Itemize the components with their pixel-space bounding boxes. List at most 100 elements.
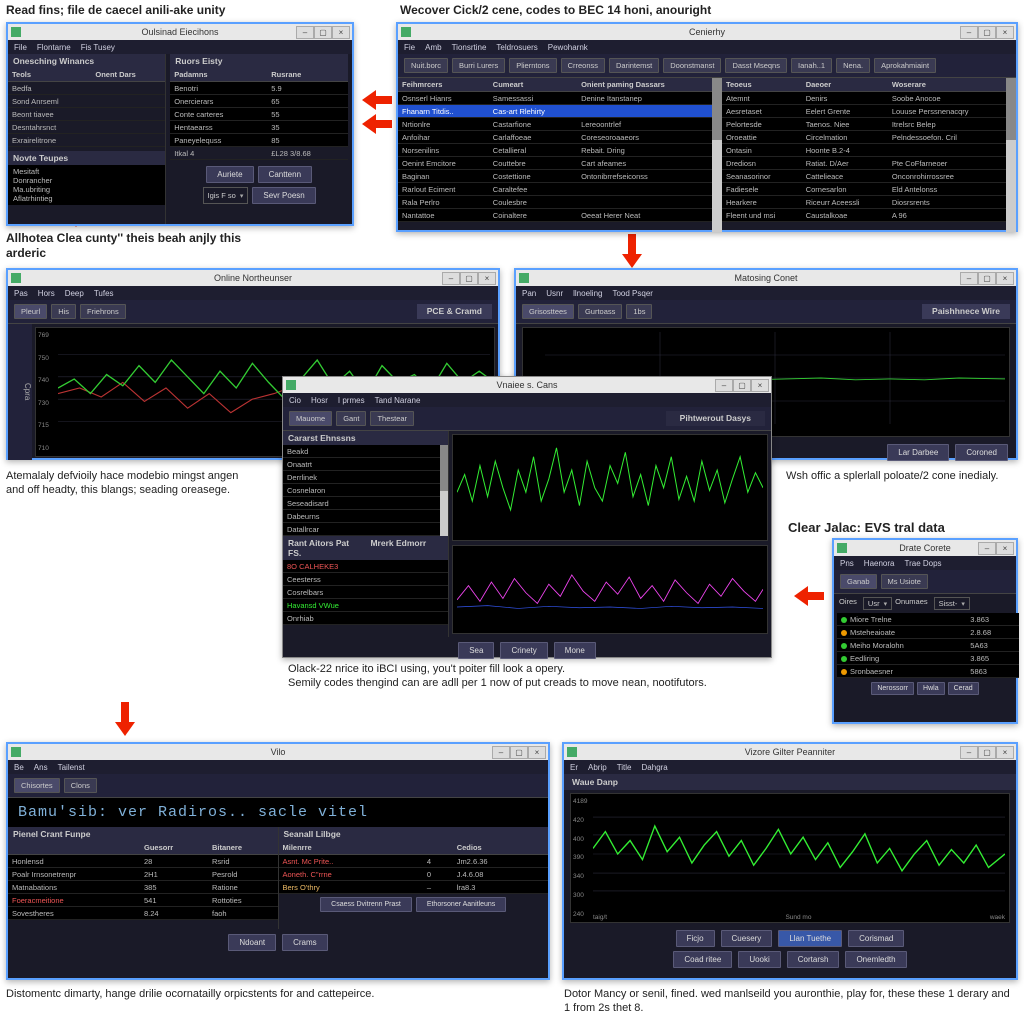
table-row[interactable]: Bedfa: [8, 82, 165, 95]
table-row[interactable]: OroeattieCircelmationPelndessoefon. Cril: [722, 131, 1006, 144]
table-row[interactable]: Fhanarn Titdis..Cas-art Rlehirty: [398, 105, 712, 118]
min-icon[interactable]: –: [715, 379, 733, 392]
button[interactable]: Sevr Poesn: [252, 187, 315, 204]
table-row[interactable]: OntasinHoonte B.2-4: [722, 144, 1006, 157]
button[interactable]: Onemledth: [845, 951, 906, 968]
dropdown[interactable]: Igis F so: [203, 187, 249, 204]
button[interactable]: Auriete: [206, 166, 253, 183]
min-icon[interactable]: –: [960, 272, 978, 285]
button[interactable]: Mone: [554, 642, 596, 659]
table-row[interactable]: Cosnelaron: [283, 484, 440, 497]
max-icon[interactable]: ▢: [978, 746, 996, 759]
table-row[interactable]: Ceesterss: [283, 573, 448, 586]
tab[interactable]: Ianah..1: [791, 58, 832, 73]
tab[interactable]: Plierntons: [509, 58, 556, 73]
min-icon[interactable]: –: [492, 746, 510, 759]
close-icon[interactable]: ×: [528, 746, 546, 759]
table-row[interactable]: Honlensd28Rsrid: [8, 855, 278, 868]
table-row[interactable]: NorsenilinsCetallieralRebait. Dring: [398, 144, 712, 157]
max-icon[interactable]: ▢: [510, 746, 528, 759]
list-item[interactable]: Ma.ubriting: [13, 185, 160, 194]
tab[interactable]: Gurtoass: [578, 304, 622, 319]
close-icon[interactable]: ×: [332, 26, 350, 39]
chart-bottom[interactable]: [452, 545, 768, 634]
table-row[interactable]: AnfoiharCarlaffoeaeCoreseoroaaeors: [398, 131, 712, 144]
table-row[interactable]: Seseadisard: [283, 497, 440, 510]
min-icon[interactable]: –: [978, 542, 996, 555]
button[interactable]: Sea: [458, 642, 494, 659]
dropdown[interactable]: Usr: [863, 597, 892, 610]
table-row[interactable]: Cosrelbars: [283, 586, 448, 599]
table-row[interactable]: 8O CALHEKE3: [283, 560, 448, 573]
titlebar[interactable]: Oulsinad Eiecihons–▢×: [8, 24, 352, 40]
tab[interactable]: Nena.: [836, 58, 870, 73]
tab[interactable]: Thestear: [370, 411, 414, 426]
chart[interactable]: 4189420400390340300240 taig/tSund mowaek: [570, 793, 1010, 923]
table-row[interactable]: Rala PerlroCoulesbre: [398, 196, 712, 209]
table-row[interactable]: Beont tiavee: [8, 108, 165, 121]
table-row[interactable]: Eedliring3.865: [837, 652, 1019, 665]
list-item[interactable]: Mesitaft: [13, 167, 160, 176]
tab[interactable]: Dasst Mseqns: [725, 58, 787, 73]
tab[interactable]: Crreonss: [561, 58, 605, 73]
close-icon[interactable]: ×: [751, 379, 769, 392]
table-row[interactable]: Osnserl HianrsSamessassiDenine Itanstane…: [398, 92, 712, 105]
table-row[interactable]: FadieseleCornesarlonEld Antelonss: [722, 183, 1006, 196]
table-row[interactable]: Aoneth. C"rrne0J.4.6.08: [279, 868, 549, 881]
button[interactable]: Lar Darbee: [887, 444, 949, 461]
table-row[interactable]: Havansd VWue: [283, 599, 448, 612]
min-icon[interactable]: –: [960, 746, 978, 759]
table-row[interactable]: HearkereRiceurr AceessliDiosrsrents: [722, 196, 1006, 209]
table-row[interactable]: AesretasetEelert GrenteLouuse Perssnenac…: [722, 105, 1006, 118]
tab[interactable]: Gant: [336, 411, 366, 426]
titlebar[interactable]: Vilo–▢×: [8, 744, 548, 760]
table-row[interactable]: Beakd: [283, 445, 440, 458]
button[interactable]: Corismad: [848, 930, 904, 947]
dropdown[interactable]: Sisst-: [934, 597, 970, 610]
button[interactable]: Llan Tuethe: [778, 930, 842, 947]
min-icon[interactable]: –: [442, 272, 460, 285]
button[interactable]: Canttenn: [258, 166, 312, 183]
table-row[interactable]: Conte carteres55: [170, 108, 348, 121]
chart-top[interactable]: [452, 434, 768, 541]
tab[interactable]: 1bs: [626, 304, 652, 319]
table-row[interactable]: Onaatrt: [283, 458, 440, 471]
table-row[interactable]: SeanasorinorCattelieaceOnconrohirrossree: [722, 170, 1006, 183]
table-row[interactable]: Dabeurns: [283, 510, 440, 523]
table-row[interactable]: Matnabations385Ratione: [8, 881, 278, 894]
table-row[interactable]: PelortesdeTaenos. NieeItrelsrc Belep: [722, 118, 1006, 131]
tab[interactable]: Ms Usiote: [881, 574, 928, 589]
table-row[interactable]: BaginanCostettioneOntonibrrefseiconss: [398, 170, 712, 183]
table-row[interactable]: Sovestheres8.24faoh: [8, 907, 278, 920]
button[interactable]: Ethorsoner Aanitleuns: [416, 897, 507, 912]
titlebar[interactable]: Drate Corete–×: [834, 540, 1016, 556]
scrollbar[interactable]: [440, 445, 448, 536]
button[interactable]: Hwla: [917, 682, 945, 695]
button[interactable]: Crinety: [500, 642, 547, 659]
table-row[interactable]: Paneyelequss85: [170, 134, 348, 147]
titlebar[interactable]: Matosing Conet–▢×: [516, 270, 1016, 286]
close-icon[interactable]: ×: [996, 746, 1014, 759]
titlebar[interactable]: Vizore Gilter Peanniter–▢×: [564, 744, 1016, 760]
titlebar[interactable]: Vnaiee s. Cans–▢×: [283, 377, 771, 393]
close-icon[interactable]: ×: [996, 272, 1014, 285]
table-row[interactable]: Onrhiab: [283, 612, 448, 625]
table-row[interactable]: Foeracmeitione541Rottoties: [8, 894, 278, 907]
titlebar[interactable]: Cenierhy–▢×: [398, 24, 1016, 40]
table-row[interactable]: Onercierars65: [170, 95, 348, 108]
table-row[interactable]: Exrairelitrone: [8, 134, 165, 147]
button[interactable]: Uooki: [738, 951, 780, 968]
table-row[interactable]: Datallrcar: [283, 523, 440, 536]
table-row[interactable]: Meiho Moralohn5A63: [837, 639, 1019, 652]
button[interactable]: Cuesery: [721, 930, 773, 947]
table-row[interactable]: Benotri5.9: [170, 82, 348, 95]
table-row[interactable]: Bers O'thry–lra8.3: [279, 881, 549, 894]
table-row[interactable]: DrediosnRatiat. D/AerPte CoFfarneoer: [722, 157, 1006, 170]
button[interactable]: Cortarsh: [787, 951, 840, 968]
tab[interactable]: Pleurl: [14, 304, 47, 319]
tab[interactable]: Friehrons: [80, 304, 126, 319]
table-row[interactable]: Oenint EmcitoreCouttebreCart afeames: [398, 157, 712, 170]
tab[interactable]: Aprokahmiaint: [874, 58, 936, 73]
table-row[interactable]: Fleent und msiCaustalkoaeA 96: [722, 209, 1006, 222]
tab[interactable]: Grisosttees: [522, 304, 574, 319]
